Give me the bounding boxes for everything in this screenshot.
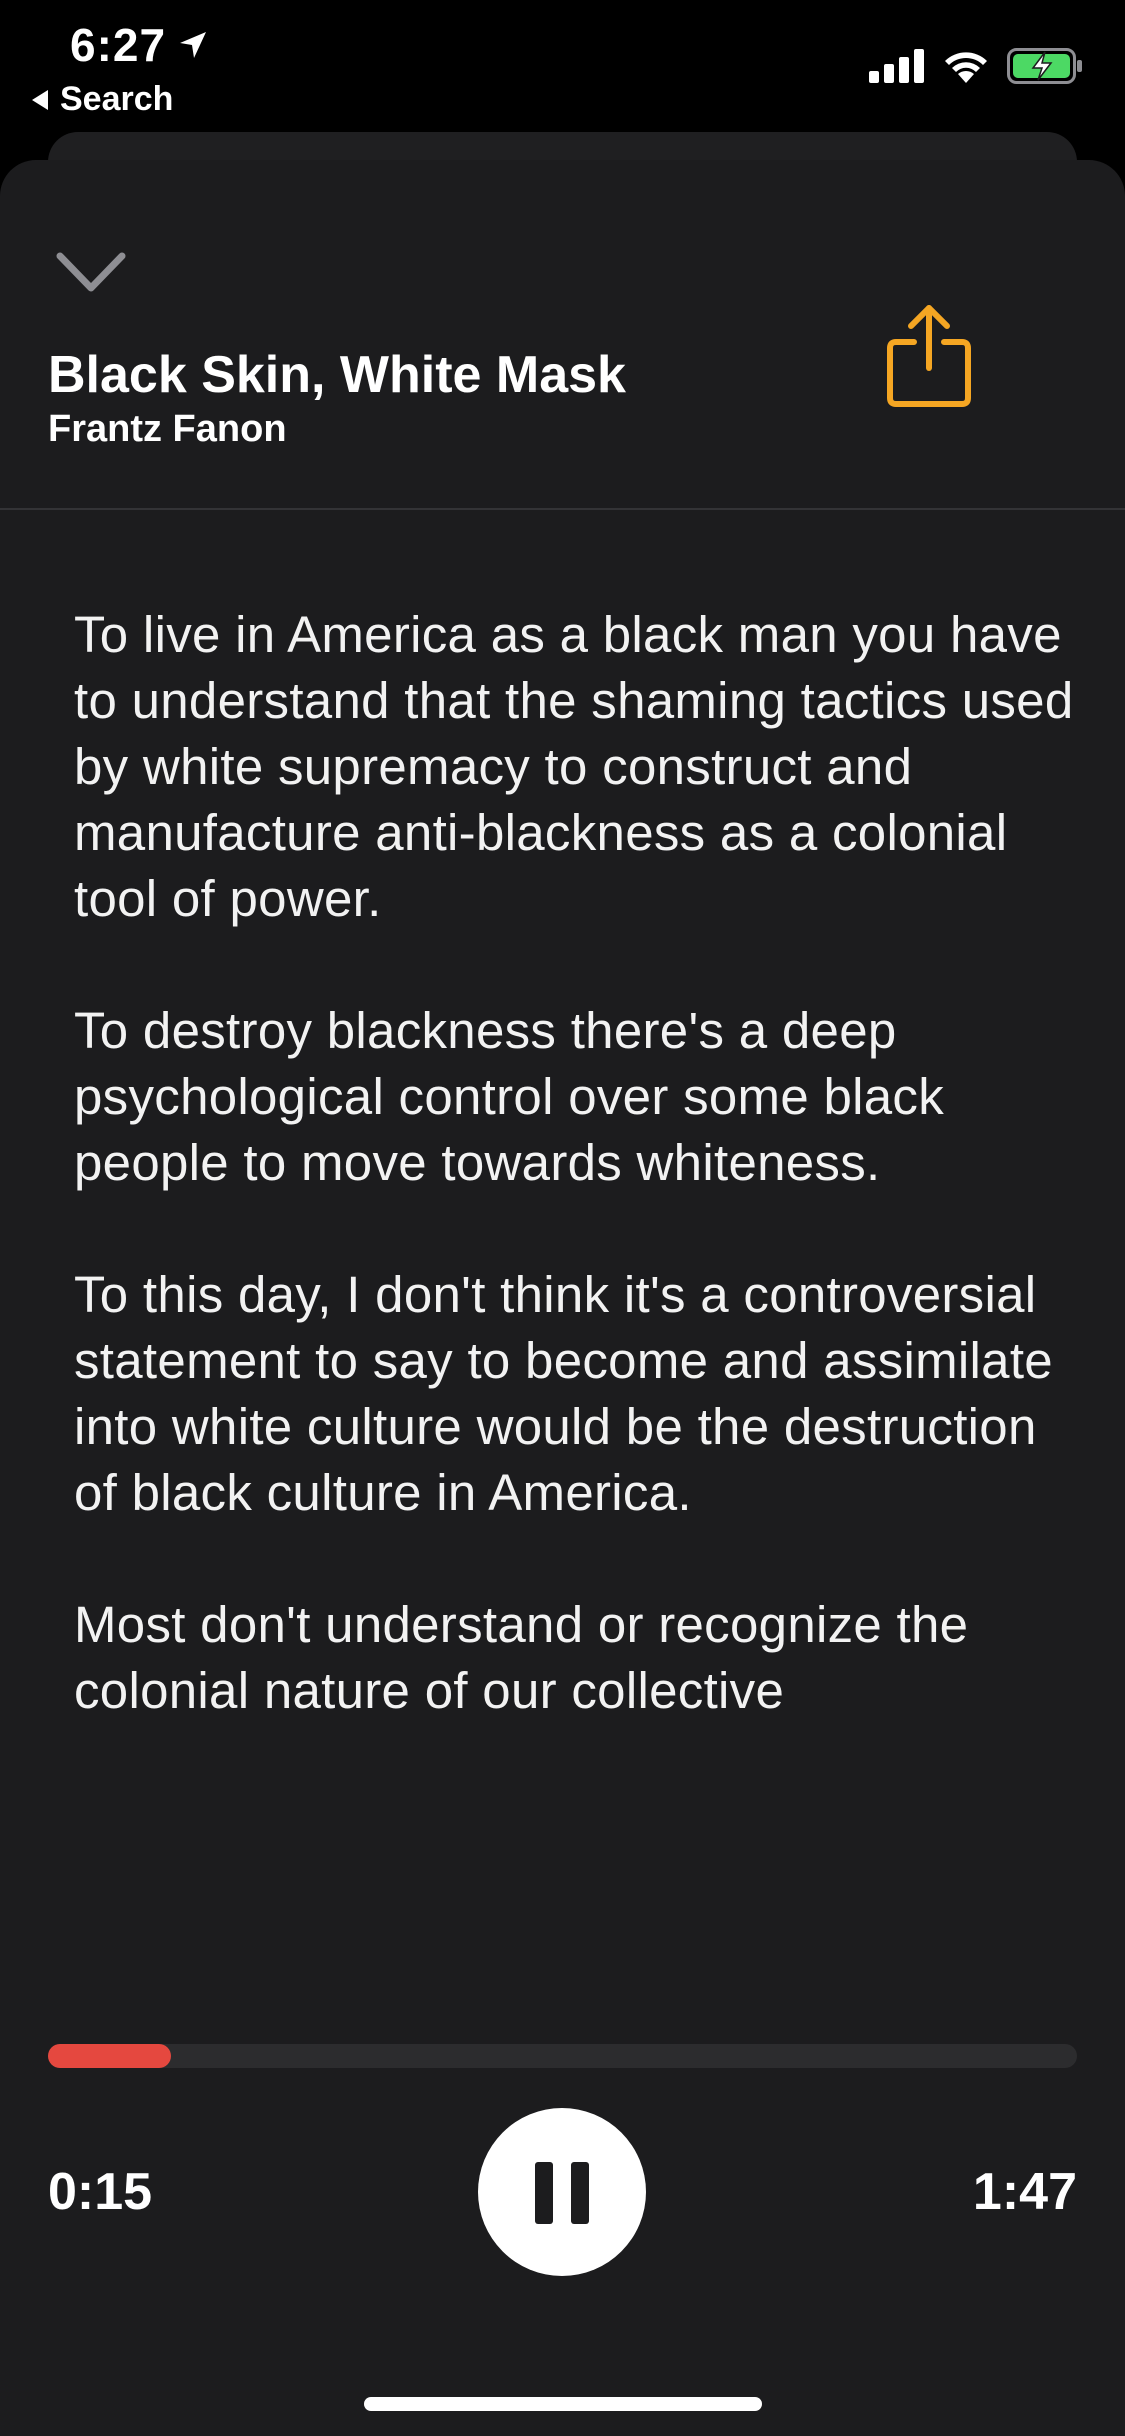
wifi-icon	[945, 52, 987, 83]
back-triangle-icon	[32, 89, 48, 110]
pause-icon	[535, 2162, 553, 2224]
playback-progress-fill	[48, 2044, 172, 2068]
playback-progress-bar[interactable]	[48, 2044, 1077, 2068]
text-paragraph: Most don't understand or recognize the c…	[74, 1596, 969, 1719]
share-icon[interactable]	[884, 302, 974, 410]
back-label: Search	[60, 80, 174, 118]
cellular-signal-icon	[869, 49, 924, 83]
pause-button[interactable]	[478, 2108, 646, 2276]
player-sheet: Black Skin, White Mask Frantz Fanon To l…	[0, 160, 1125, 2436]
total-duration: 1:47	[972, 2163, 1077, 2221]
book-author: Frantz Fanon	[48, 408, 287, 450]
battery-charging-icon	[1007, 48, 1082, 84]
status-time: 6:27	[70, 18, 208, 72]
chevron-down-icon[interactable]	[54, 248, 128, 298]
time-label: 6:27	[70, 19, 167, 71]
status-bar: 6:27 Search	[0, 0, 1125, 130]
back-to-search-link[interactable]: Search	[30, 80, 173, 119]
text-paragraph: To destroy blackness there's a deep psyc…	[74, 1002, 945, 1191]
text-paragraph: To this day, I don't think it's a contro…	[74, 1266, 1053, 1521]
pause-icon	[571, 2162, 589, 2224]
reading-text-area[interactable]: To live in America as a black man you ha…	[74, 602, 1074, 1942]
header-divider	[0, 508, 1125, 510]
status-icons	[869, 48, 1083, 84]
location-arrow-icon	[180, 32, 207, 58]
home-indicator[interactable]	[364, 2397, 762, 2411]
book-title: Black Skin, White Mask	[48, 346, 626, 404]
text-paragraph: To live in America as a black man you ha…	[74, 606, 1074, 927]
elapsed-time: 0:15	[48, 2163, 153, 2221]
